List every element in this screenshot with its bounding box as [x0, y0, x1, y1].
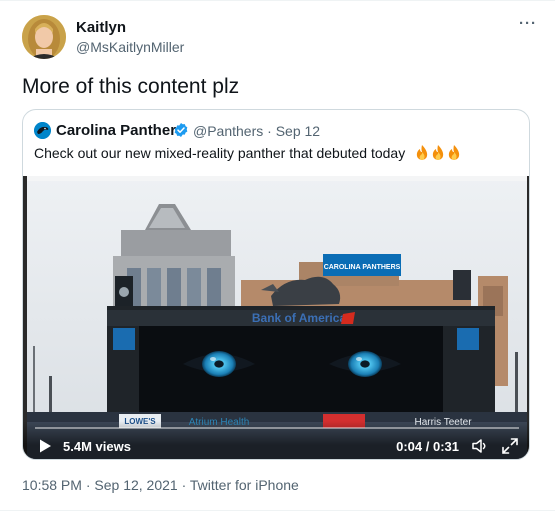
- scene-bank-sign: Bank of America: [252, 311, 347, 325]
- video-frame: CAROLINA PANTHERS Bank of America: [23, 176, 529, 459]
- more-options-icon[interactable]: ···: [519, 15, 537, 32]
- tweet-metadata: 10:58 PM · Sep 12, 2021 · Twitter for iP…: [22, 477, 299, 493]
- fullscreen-icon[interactable]: [501, 437, 519, 455]
- video-time: 0:04 / 0:31: [396, 439, 459, 454]
- fire-emoji-icon: [416, 145, 428, 160]
- video-player[interactable]: CAROLINA PANTHERS Bank of America 5.4M v…: [23, 176, 529, 459]
- video-progress-bar[interactable]: [35, 427, 519, 429]
- tweet-source[interactable]: Twitter for iPhone: [190, 477, 299, 493]
- tweet-card: Kaitlyn @MsKaitlynMiller ··· More of thi…: [0, 0, 555, 511]
- play-icon[interactable]: [37, 438, 53, 454]
- quoted-handle-date: @Panthers · Sep 12: [193, 123, 320, 139]
- tweet-time: 10:58 PM: [22, 477, 82, 493]
- tweet-timestamp[interactable]: 10:58 PM · Sep 12, 2021: [22, 477, 178, 493]
- video-controls: 5.4M views 0:04 / 0:31: [23, 421, 529, 459]
- author-avatar[interactable]: [22, 15, 66, 59]
- panthers-logo-icon: [34, 122, 51, 139]
- meta-separator: ·: [81, 477, 95, 493]
- quoted-text-row: Check out our new mixed-reality panther …: [34, 145, 461, 161]
- video-view-count: 5.4M views: [63, 439, 131, 454]
- verified-badge-icon: [174, 123, 188, 137]
- date-separator: ·: [263, 123, 276, 139]
- fire-emoji-icon: [432, 145, 444, 160]
- quoted-author-handle[interactable]: @Panthers: [193, 123, 263, 139]
- tweet-date: Sep 12, 2021: [94, 477, 178, 493]
- fire-emoji-icon: [448, 145, 460, 160]
- quoted-tweet[interactable]: Carolina Panthers @Panthers · Sep 12 Che…: [22, 109, 530, 460]
- quoted-author-name[interactable]: Carolina Panthers: [56, 122, 184, 139]
- quoted-date[interactable]: Sep 12: [276, 123, 320, 139]
- tweet-text: More of this content plz: [22, 75, 240, 98]
- author-name[interactable]: Kaitlyn: [76, 19, 126, 36]
- avatar-image: [22, 15, 66, 59]
- author-handle[interactable]: @MsKaitlynMiller: [76, 39, 184, 55]
- quoted-text: Check out our new mixed-reality panther …: [34, 145, 406, 161]
- meta-separator: ·: [177, 477, 190, 493]
- scene-sign-top: CAROLINA PANTHERS: [324, 264, 401, 271]
- emoji-group: [413, 145, 461, 161]
- volume-muted-icon[interactable]: [471, 437, 489, 455]
